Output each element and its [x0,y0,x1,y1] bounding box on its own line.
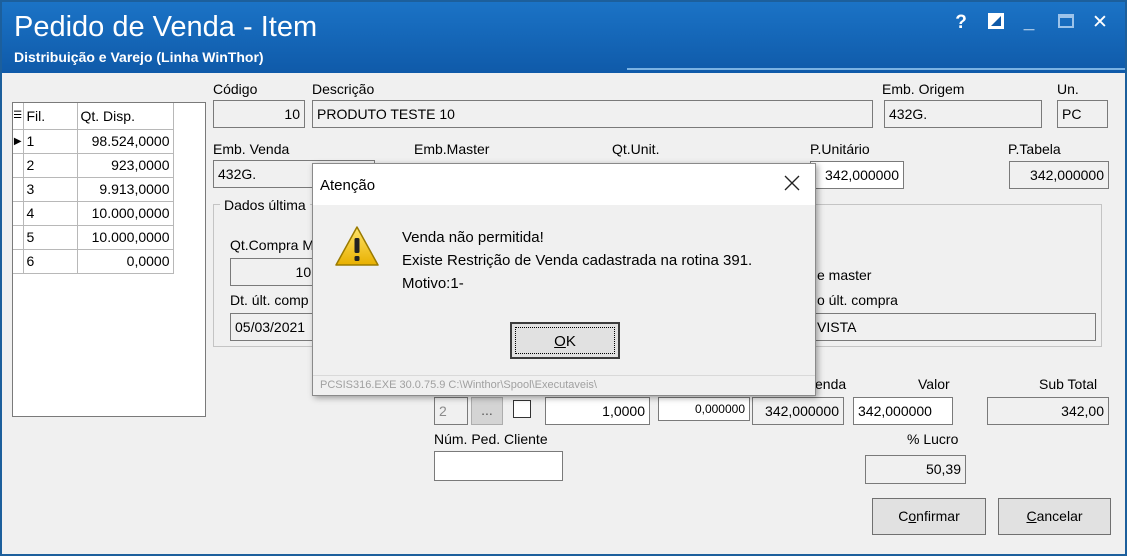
row-pointer-icon: ▶ [13,129,24,154]
warning-icon [334,225,380,270]
ult-compra-label: o últ. compra [817,292,898,308]
filial-cell: 5 [23,225,78,250]
cancelar-button[interactable]: Cancelar [998,498,1111,535]
filial-cell: 4 [23,201,78,226]
p-tabela-label: P.Tabela [1008,141,1061,157]
stock-grid[interactable]: ☰ Fil. Qt. Disp. ▶ 1 98.524,0000 2 923,0… [12,102,206,417]
qt-disp-cell: 98.524,0000 [77,129,174,154]
dialog-message-line2: Existe Restrição de Venda cadastrada na … [402,252,753,269]
dialog-footer: OK [313,305,815,375]
codigo-field[interactable]: 10 [213,100,305,128]
window-title: Pedido de Venda - Item [14,11,318,43]
qt-unit-label: Qt.Unit. [612,141,660,157]
dialog-title-bar[interactable]: Atenção [313,164,815,205]
qt-disp-cell: 9.913,0000 [77,177,174,202]
filial-field[interactable]: 2 [434,397,468,425]
table-row[interactable]: 4 10.000,0000 [13,201,174,226]
num-ped-cliente-label: Núm. Ped. Cliente [434,431,548,447]
filial-cell: 1 [23,129,78,154]
emb-origem-label: Emb. Origem [882,81,965,97]
restore-icon[interactable] [985,12,1007,34]
qt-compra-label: Qt.Compra M [230,237,315,253]
p-unitario-label: P.Unitário [810,141,870,157]
ult-compra-field[interactable]: VISTA [812,313,1096,341]
venda-label: enda [815,376,847,392]
valor-label: Valor [918,376,950,392]
descricao-label: Descrição [312,81,375,97]
qt-disp-cell: 10.000,0000 [77,225,174,250]
quantidade-field[interactable]: 1,0000 [545,397,650,425]
subtotal-field[interactable]: 342,00 [987,397,1109,425]
emb-master-label: Emb.Master [414,141,490,157]
qt-compra-field[interactable]: 10, [230,258,320,286]
ellipsis-button[interactable]: ... [471,397,503,425]
dialog-close-icon[interactable] [779,170,805,196]
table-row[interactable]: 2 923,0000 [13,153,174,178]
venda-field[interactable]: 342,000000 [752,397,844,425]
un-label: Un. [1057,81,1079,97]
maximize-icon[interactable] [1055,12,1077,34]
num-ped-cliente-field[interactable] [434,451,563,481]
group-title: Dados última [220,197,310,213]
atencao-dialog: Atenção Venda não permitida! Existe Rest… [312,163,816,396]
emb-origem-field[interactable]: 432G. [884,100,1042,128]
qt-disp-cell: 10.000,0000 [77,201,174,226]
valor-field[interactable]: 342,000000 [853,397,953,425]
window-subtitle: Distribuição e Varejo (Linha WinThor) [14,49,264,65]
codigo-label: Código [213,81,258,97]
table-row[interactable]: 6 0,0000 [13,249,174,274]
dt-ult-compra-label: Dt. últ. comp [230,292,309,308]
dialog-body: Venda não permitida! Existe Restrição de… [313,205,815,305]
lucro-field[interactable]: 50,39 [865,455,966,484]
subtotal-label: Sub Total [1039,376,1098,392]
dialog-status-text: PCSIS316.EXE 30.0.75.9 C:\Winthor\Spool\… [313,375,815,395]
desconto-field[interactable]: 0,000000 [658,397,750,421]
dialog-message-line1: Venda não permitida! [402,229,544,246]
p-unitario-field[interactable]: 342,000000 [810,161,904,189]
p-tabela-field[interactable]: 342,000000 [1009,161,1109,189]
help-button[interactable]: ? [950,12,972,34]
table-row[interactable]: 3 9.913,0000 [13,177,174,202]
title-divider [627,68,1125,70]
filial-cell: 6 [23,249,78,274]
emb-venda-label: Emb. Venda [213,141,290,157]
dt-ult-compra-field[interactable]: 05/03/2021 [230,313,320,341]
lucro-label: % Lucro [907,431,959,447]
minimize-button[interactable]: _ [1018,12,1040,34]
qt-disp-cell: 923,0000 [77,153,174,178]
descricao-field[interactable]: PRODUTO TESTE 10 [312,100,873,128]
grid-menu-icon[interactable]: ☰ [13,103,24,130]
pedido-venda-item-window: Pedido de Venda - Item Distribuição e Va… [0,0,1127,556]
master-label: e master [817,267,872,283]
un-field[interactable]: PC [1057,100,1108,128]
dialog-message-line3: Motivo:1- [402,275,464,292]
filial-cell: 2 [23,153,78,178]
col-header-qt-disp[interactable]: Qt. Disp. [77,103,174,130]
confirmar-button[interactable]: Confirmar [872,498,986,535]
ok-button[interactable]: OK [510,322,620,359]
table-row[interactable]: 5 10.000,0000 [13,225,174,250]
title-bar[interactable]: Pedido de Venda - Item Distribuição e Va… [2,2,1125,73]
dialog-title: Atenção [320,177,376,194]
qt-disp-cell: 0,0000 [77,249,174,274]
filial-cell: 3 [23,177,78,202]
table-row[interactable]: ▶ 1 98.524,0000 [13,129,174,154]
close-button[interactable]: ✕ [1089,12,1111,34]
col-header-filial[interactable]: Fil. [23,103,78,130]
checkbox[interactable] [513,400,531,418]
